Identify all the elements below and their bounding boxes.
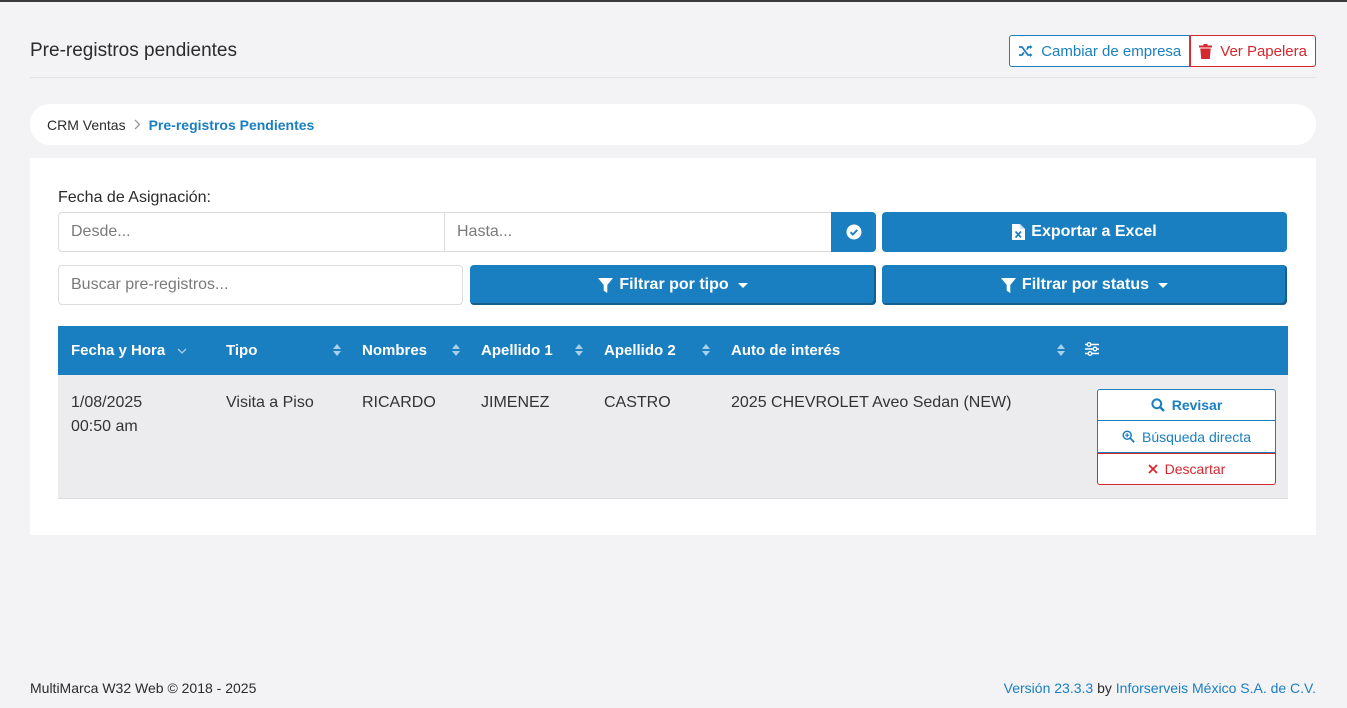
- cell-apellido1: JIMENEZ: [481, 394, 550, 411]
- search-icon: [1151, 398, 1165, 412]
- filter-icon: [598, 277, 614, 293]
- descartar-button[interactable]: Descartar: [1097, 453, 1276, 485]
- column-header-apellido2[interactable]: Apellido 2: [604, 326, 676, 375]
- cell-time: 00:50 am: [71, 418, 138, 435]
- page-header: Pre-registros pendientes Cambiar de empr…: [30, 30, 1316, 78]
- page-title: Pre-registros pendientes: [30, 40, 237, 61]
- shuffle-icon: [1018, 44, 1033, 58]
- column-header-auto[interactable]: Auto de interés: [731, 326, 840, 375]
- apply-dates-button[interactable]: [831, 212, 876, 252]
- breadcrumb-item-current: Pre-registros Pendientes: [148, 116, 315, 133]
- change-company-label: Cambiar de empresa: [1041, 42, 1182, 60]
- sort-icon[interactable]: [1057, 344, 1065, 356]
- header-actions: Cambiar de empresa Ver Papelera: [1009, 35, 1316, 67]
- descartar-label: Descartar: [1164, 461, 1226, 477]
- column-header-fecha[interactable]: Fecha y Hora: [71, 326, 187, 375]
- search-input[interactable]: [58, 265, 463, 305]
- column-label: Apellido 2: [604, 342, 676, 359]
- pre-registros-table: Fecha y Hora Tipo Nombres Apellido 1 Ape…: [58, 326, 1288, 499]
- cell-apellido2: CASTRO: [604, 394, 671, 411]
- cell-fecha: 1/08/2025 00:50 am: [71, 391, 142, 439]
- version-link[interactable]: Versión 23.3.3: [1004, 680, 1094, 696]
- filter-status-dropdown[interactable]: Filtrar por status: [882, 265, 1287, 305]
- caret-down-icon: [1158, 282, 1169, 288]
- check-circle-icon: [846, 224, 862, 240]
- cell-auto: 2025 CHEVROLET Aveo Sedan (NEW): [731, 394, 1012, 411]
- zoom-search-icon: [1122, 430, 1135, 443]
- row-actions: Revisar Búsqueda directa Descartar: [1097, 389, 1276, 485]
- column-settings-icon[interactable]: [1085, 342, 1099, 356]
- x-icon: [1148, 464, 1158, 474]
- excel-file-icon: [1012, 224, 1026, 240]
- revisar-button[interactable]: Revisar: [1097, 389, 1276, 421]
- sort-icon[interactable]: [333, 344, 341, 356]
- caret-down-icon: [737, 282, 748, 288]
- export-excel-button[interactable]: Exportar a Excel: [882, 212, 1287, 252]
- trash-label: Ver Papelera: [1220, 42, 1307, 60]
- column-label: Auto de interés: [731, 342, 841, 359]
- cell-nombres: RICARDO: [362, 394, 436, 411]
- busqueda-directa-button[interactable]: Búsqueda directa: [1097, 421, 1276, 453]
- breadcrumb: CRM Ventas Pre-registros Pendientes: [30, 104, 1316, 145]
- trash-button[interactable]: Ver Papelera: [1190, 35, 1316, 67]
- change-company-button[interactable]: Cambiar de empresa: [1009, 35, 1191, 67]
- filter-status-label: Filtrar por status: [1021, 276, 1150, 293]
- table-row: 1/08/2025 00:50 am Visita a Piso RICARDO…: [58, 375, 1288, 499]
- revisar-label: Revisar: [1171, 397, 1223, 413]
- sort-icon[interactable]: [575, 344, 583, 356]
- company-link[interactable]: Inforserveis México S.A. de C.V.: [1116, 680, 1316, 696]
- footer-version: Versión 23.3.3 by Inforserveis México S.…: [1004, 680, 1316, 696]
- filter-type-dropdown[interactable]: Filtrar por tipo: [470, 265, 876, 305]
- busqueda-directa-label: Búsqueda directa: [1142, 428, 1251, 445]
- table-header: Fecha y Hora Tipo Nombres Apellido 1 Ape…: [58, 326, 1288, 375]
- column-label: Apellido 1: [481, 342, 553, 359]
- export-excel-label: Exportar a Excel: [1031, 223, 1157, 240]
- chevron-down-icon: [177, 348, 187, 354]
- filter-icon: [1000, 277, 1016, 293]
- footer-copyright: MultiMarca W32 Web © 2018 - 2025: [30, 680, 257, 696]
- desde-date-input[interactable]: [58, 212, 445, 252]
- breadcrumb-item-crm-ventas[interactable]: CRM Ventas: [47, 117, 126, 133]
- hasta-date-input[interactable]: [444, 212, 832, 252]
- column-header-apellido1[interactable]: Apellido 1: [481, 326, 553, 375]
- cell-date: 1/08/2025: [71, 394, 143, 411]
- column-label: Tipo: [226, 342, 258, 359]
- chevron-right-icon: [134, 119, 141, 130]
- sort-icon[interactable]: [452, 344, 460, 356]
- trash-icon: [1199, 43, 1213, 59]
- column-label: Nombres: [362, 342, 428, 359]
- footer-by: by: [1093, 680, 1116, 696]
- column-header-tipo[interactable]: Tipo: [226, 326, 257, 375]
- column-label: Fecha y Hora: [71, 342, 166, 359]
- main-card: Fecha de Asignación: Exportar a Excel Fi…: [30, 158, 1316, 535]
- fecha-asignacion-label: Fecha de Asignación:: [58, 189, 211, 206]
- cell-tipo: Visita a Piso: [226, 394, 314, 411]
- column-header-nombres[interactable]: Nombres: [362, 326, 427, 375]
- sort-icon[interactable]: [702, 344, 710, 356]
- filter-type-label: Filtrar por tipo: [619, 276, 729, 293]
